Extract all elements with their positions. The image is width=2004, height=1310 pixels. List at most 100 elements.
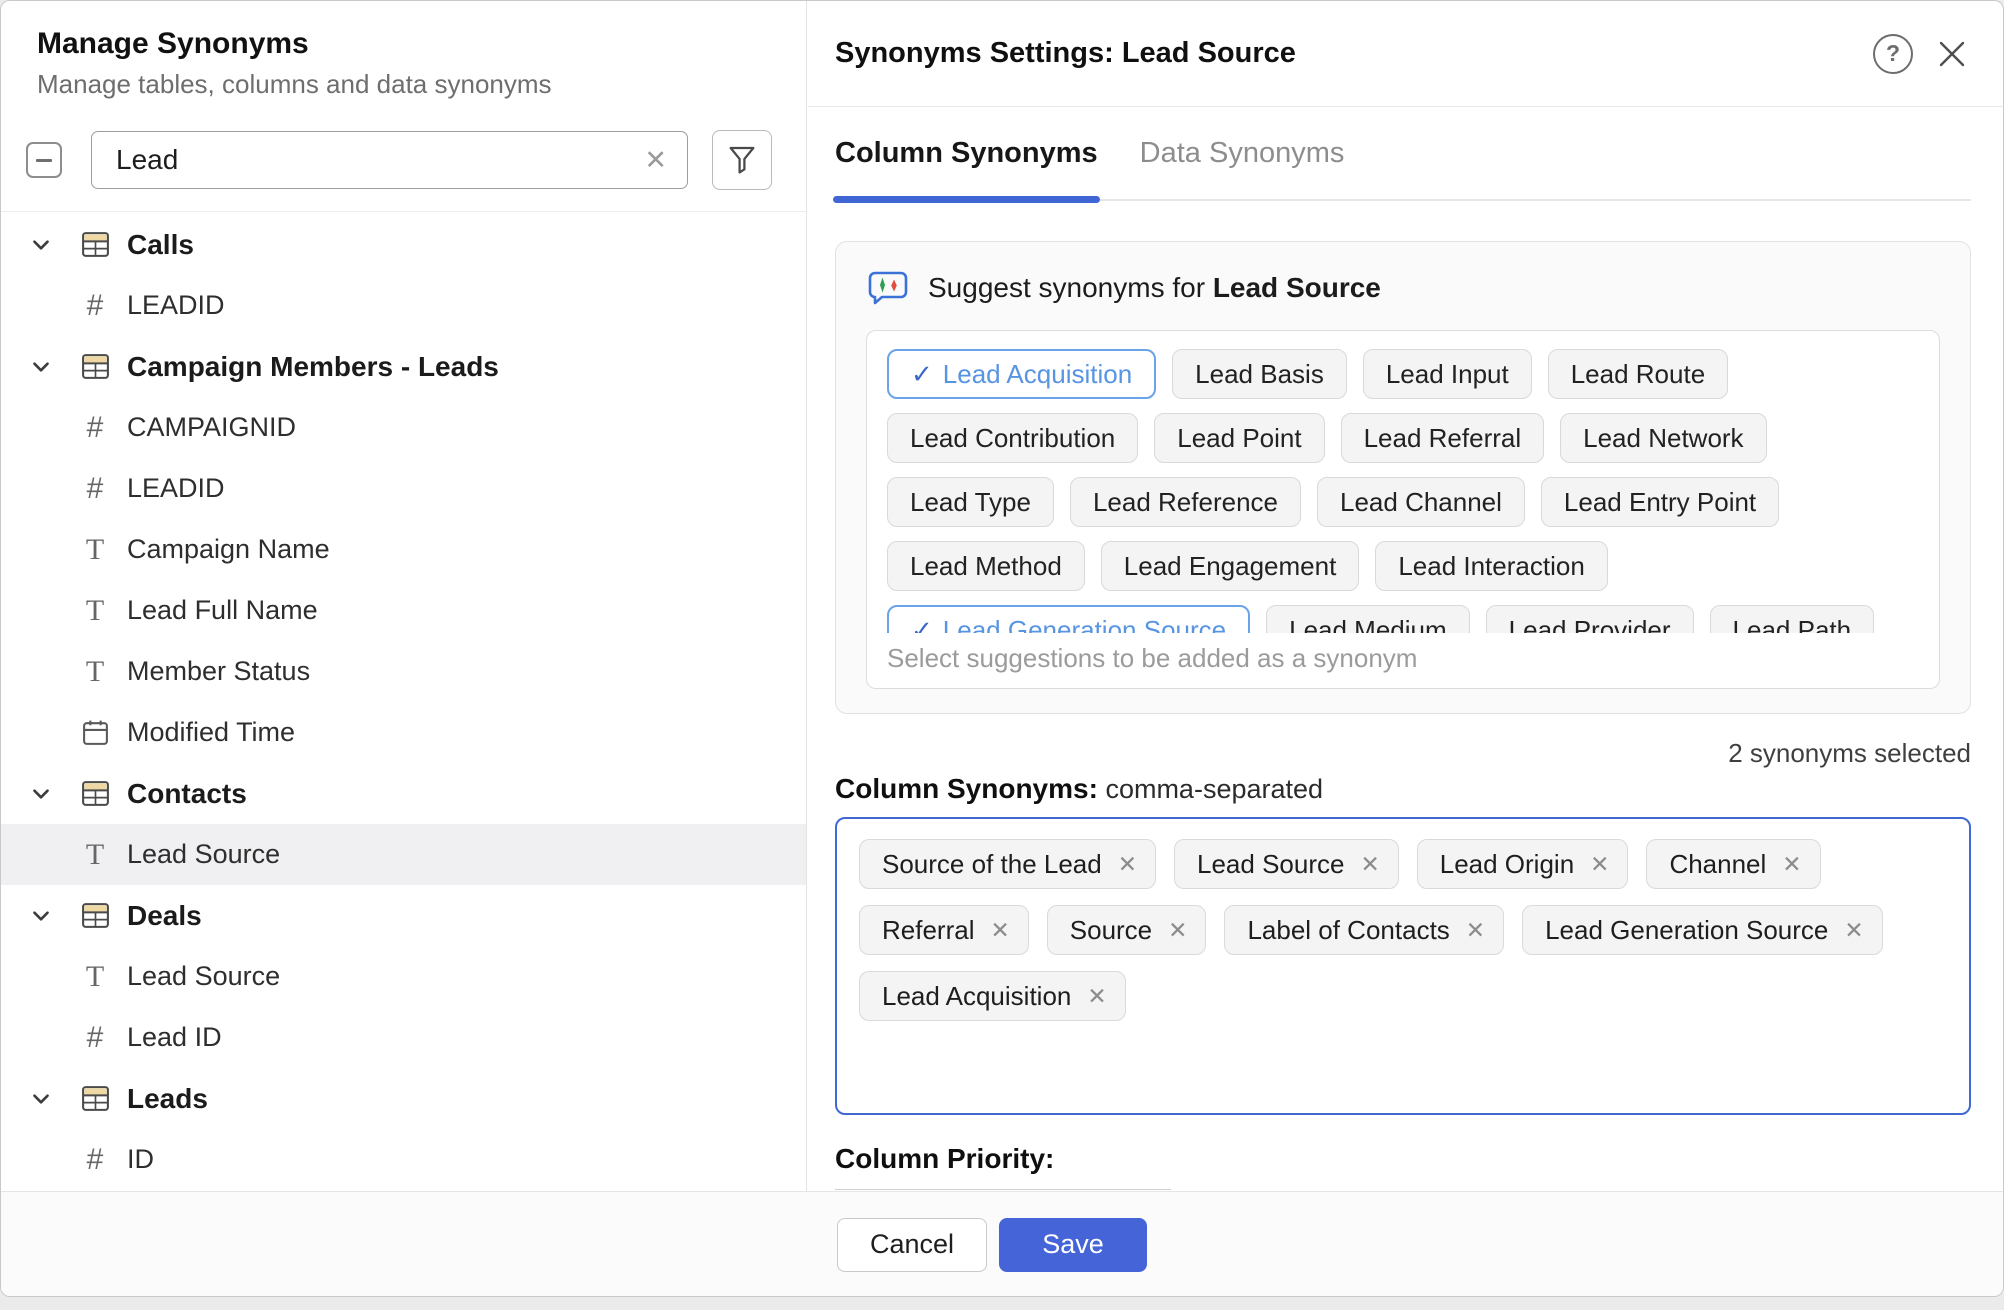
suggestions-helper-text: Select suggestions to be added as a syno… (887, 643, 1919, 674)
suggestion-chip-label: Lead Engagement (1124, 551, 1337, 582)
suggestion-chip[interactable]: ✓ Lead Acquisition (887, 349, 1156, 399)
suggestion-chip[interactable]: ✓ Lead Provider (1486, 605, 1694, 633)
tree-row[interactable]: # T CAMPAIGNID (1, 397, 806, 458)
synonym-tag: Label of Contacts ✕ (1224, 905, 1504, 955)
settings-body: Column Synonyms Data Synonyms Suggest sy… (808, 107, 2003, 1191)
suggestion-chip[interactable]: ✓ Lead Channel (1317, 477, 1525, 527)
chevron-down-icon[interactable] (29, 904, 55, 928)
table-icon (79, 1083, 111, 1114)
tree-row-label: Modified Time (127, 717, 295, 748)
select-all-checkbox[interactable] (26, 142, 62, 178)
tree-row[interactable]: # T Lead Full Name (1, 580, 806, 641)
tree-row[interactable]: # T Member Status (1, 641, 806, 702)
tab-content: Suggest synonyms for Lead Source ✓ (835, 201, 1971, 1191)
remove-synonym-icon[interactable]: ✕ (1087, 983, 1106, 1010)
calendar-icon (79, 718, 111, 747)
suggestion-chip[interactable]: ✓ Lead Method (887, 541, 1085, 591)
suggestion-chip[interactable]: ✓ Lead Contribution (887, 413, 1138, 463)
tree-row-label: CAMPAIGNID (127, 412, 296, 443)
suggestion-chip[interactable]: ✓ Lead Entry Point (1541, 477, 1779, 527)
remove-synonym-icon[interactable]: ✕ (990, 917, 1009, 944)
tree-row[interactable]: # T LEADID (1, 458, 806, 519)
table-icon (79, 900, 111, 931)
suggest-title: Suggest synonyms for Lead Source (928, 272, 1381, 304)
suggestions-viewport[interactable]: ✓ Lead Acquisition ✓ Lead Basis (887, 349, 1919, 633)
synonym-tag: Channel ✕ (1646, 839, 1820, 889)
chevron-down-icon[interactable] (29, 233, 55, 257)
synonym-tag: Lead Acquisition ✕ (859, 971, 1126, 1021)
tree-row[interactable]: # T Lead Source (1, 946, 806, 1007)
right-panel: Synonyms Settings: Lead Source ? Column … (808, 1, 2003, 1191)
synonym-tag-label: Referral (882, 915, 974, 946)
table-icon (79, 351, 111, 382)
suggestion-chip[interactable]: ✓ Lead Interaction (1375, 541, 1607, 591)
tree-row[interactable]: # T ID (1, 1129, 806, 1190)
tree-row[interactable]: # T Contacts (1, 763, 806, 824)
close-icon[interactable] (1935, 37, 1969, 71)
tab-data-synonyms[interactable]: Data Synonyms (1140, 107, 1345, 199)
suggestion-chip-label: Lead Provider (1509, 615, 1671, 634)
suggestion-chip[interactable]: ✓ Lead Referral (1341, 413, 1545, 463)
footer-bar: Cancel Save (1, 1191, 2003, 1297)
suggestion-chip[interactable]: ✓ Lead Engagement (1101, 541, 1360, 591)
tree-row[interactable]: # T Deals (1, 885, 806, 946)
tree-row[interactable]: # T Lead ID (1, 1007, 806, 1068)
number-type-icon: # (79, 289, 111, 323)
suggestion-chip[interactable]: ✓ Lead Network (1560, 413, 1766, 463)
filter-button[interactable] (712, 130, 772, 190)
tree-row[interactable]: # T Modified Time (1, 702, 806, 763)
chevron-down-icon[interactable] (29, 355, 55, 379)
suggestion-chip-label: Lead Route (1571, 359, 1705, 390)
help-icon[interactable]: ? (1873, 34, 1913, 74)
remove-synonym-icon[interactable]: ✕ (1118, 851, 1137, 878)
suggestion-chip-label: Lead Basis (1195, 359, 1324, 390)
tree-row-label: Calls (127, 229, 194, 261)
suggestion-chip[interactable]: ✓ Lead Generation Source (887, 605, 1250, 633)
suggestion-chip-label: Lead Channel (1340, 487, 1502, 518)
remove-synonym-icon[interactable]: ✕ (1466, 917, 1485, 944)
tree-row-label: LEADID (127, 473, 225, 504)
chevron-down-icon[interactable] (29, 1087, 55, 1111)
tree-row[interactable]: # T Campaign Name (1, 519, 806, 580)
chevron-down-icon[interactable] (29, 782, 55, 806)
remove-synonym-icon[interactable]: ✕ (1844, 917, 1863, 944)
search-input[interactable] (92, 144, 624, 176)
tree-row[interactable]: # T Campaign Members - Leads (1, 336, 806, 397)
clear-search-icon[interactable]: ✕ (624, 145, 687, 176)
suggestion-chip[interactable]: ✓ Lead Path (1710, 605, 1875, 633)
suggestion-chip[interactable]: ✓ Lead Input (1363, 349, 1532, 399)
suggestion-chip-label: Lead Path (1733, 615, 1852, 634)
check-icon: ✓ (911, 359, 933, 390)
page-title: Manage Synonyms (37, 27, 772, 61)
remove-synonym-icon[interactable]: ✕ (1782, 851, 1801, 878)
suggestion-chip-label: Lead Entry Point (1564, 487, 1756, 518)
tree-row[interactable]: # T Lead Source (1, 824, 806, 885)
suggestion-chip[interactable]: ✓ Lead Basis (1172, 349, 1347, 399)
table-icon (79, 229, 111, 260)
suggestion-chip[interactable]: ✓ Lead Route (1548, 349, 1728, 399)
suggestion-chip[interactable]: ✓ Lead Type (887, 477, 1054, 527)
suggestion-chip-label: Lead Generation Source (943, 615, 1226, 634)
column-synonyms-hint: comma-separated (1105, 774, 1323, 804)
cancel-button[interactable]: Cancel (837, 1218, 987, 1272)
suggestion-chip[interactable]: ✓ Lead Medium (1266, 605, 1470, 633)
tree-row[interactable]: # T LEADID (1, 275, 806, 336)
tree-row[interactable]: # T Leads (1, 1068, 806, 1129)
suggestion-chip-label: Lead Acquisition (943, 359, 1132, 390)
column-synonyms-input-box[interactable]: Source of the Lead ✕ Lead Source ✕ Lead … (835, 817, 1971, 1115)
remove-synonym-icon[interactable]: ✕ (1360, 851, 1379, 878)
remove-synonym-icon[interactable]: ✕ (1168, 917, 1187, 944)
save-button[interactable]: Save (999, 1218, 1147, 1272)
search-row: ✕ (37, 130, 772, 190)
tree-row-label: Deals (127, 900, 202, 932)
suggestion-chip-label: Lead Method (910, 551, 1062, 582)
tab-column-synonyms[interactable]: Column Synonyms (835, 107, 1098, 199)
tree-row-label: Member Status (127, 656, 310, 687)
synonym-tag: Lead Source ✕ (1174, 839, 1399, 889)
schema-tree: # T Calls (1, 212, 806, 1190)
suggestion-chip[interactable]: ✓ Lead Point (1154, 413, 1324, 463)
tree-row[interactable]: # T Calls (1, 214, 806, 275)
synonym-tag: Source of the Lead ✕ (859, 839, 1156, 889)
remove-synonym-icon[interactable]: ✕ (1590, 851, 1609, 878)
suggestion-chip[interactable]: ✓ Lead Reference (1070, 477, 1301, 527)
